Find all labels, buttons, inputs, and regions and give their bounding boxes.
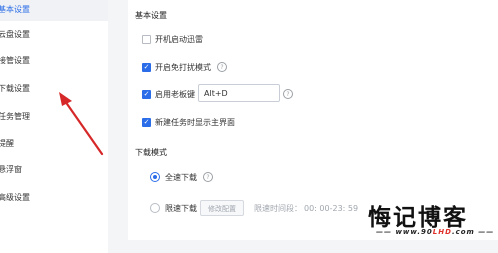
autostart-label: 开机启动迅雷: [155, 34, 203, 44]
autostart-checkbox[interactable]: [142, 34, 151, 44]
help-circle-icon[interactable]: ?: [203, 172, 213, 182]
show-main-checkbox[interactable]: ✓: [142, 117, 151, 127]
full-speed-radio[interactable]: [150, 172, 160, 182]
show-main-option[interactable]: ✓ 新建任务时显示主界面: [142, 115, 235, 129]
boss-key-input[interactable]: Alt+D: [198, 84, 280, 102]
autostart-option[interactable]: 开机启动迅雷: [142, 32, 203, 46]
limited-speed-radio[interactable]: [150, 203, 160, 213]
checkmark-icon: ✓: [143, 89, 150, 98]
limit-time-value: 00: 00-23: 59: [304, 203, 359, 213]
site-watermark: 悔记博客 —— www.90LHD.com ——: [368, 198, 495, 242]
limited-speed-label: 限速下载: [165, 203, 197, 213]
boss-key-checkbox[interactable]: ✓: [142, 89, 151, 99]
limited-speed-option[interactable]: 限速下载: [150, 201, 197, 215]
section-title-download-mode: 下载模式: [135, 148, 167, 157]
dnd-label: 开启免打扰模式: [155, 62, 211, 72]
dnd-checkbox[interactable]: ✓: [142, 62, 151, 72]
boss-key-label: 启用老板键: [155, 89, 195, 99]
section-title-basic: 基本设置: [135, 11, 167, 20]
modify-config-button[interactable]: 修改配置: [200, 200, 244, 216]
limit-time-range: 限速时间段： 00: 00-23: 59: [254, 201, 358, 215]
show-main-label: 新建任务时显示主界面: [155, 117, 235, 127]
full-speed-option[interactable]: 全速下载 ?: [150, 170, 213, 184]
boss-key-option[interactable]: ✓ 启用老板键: [142, 87, 195, 101]
full-speed-label: 全速下载: [165, 172, 197, 182]
checkmark-icon: ✓: [143, 62, 150, 71]
dnd-option[interactable]: ✓ 开启免打扰模式 ?: [142, 60, 227, 74]
help-circle-icon[interactable]: ?: [217, 62, 227, 72]
watermark-title: 悔记博客: [368, 205, 468, 231]
help-circle-icon[interactable]: ?: [283, 89, 293, 99]
watermark-url: —— www.90LHD.com ——: [376, 228, 495, 236]
checkmark-icon: ✓: [143, 117, 150, 126]
limit-time-label: 限速时间段：: [254, 203, 302, 213]
